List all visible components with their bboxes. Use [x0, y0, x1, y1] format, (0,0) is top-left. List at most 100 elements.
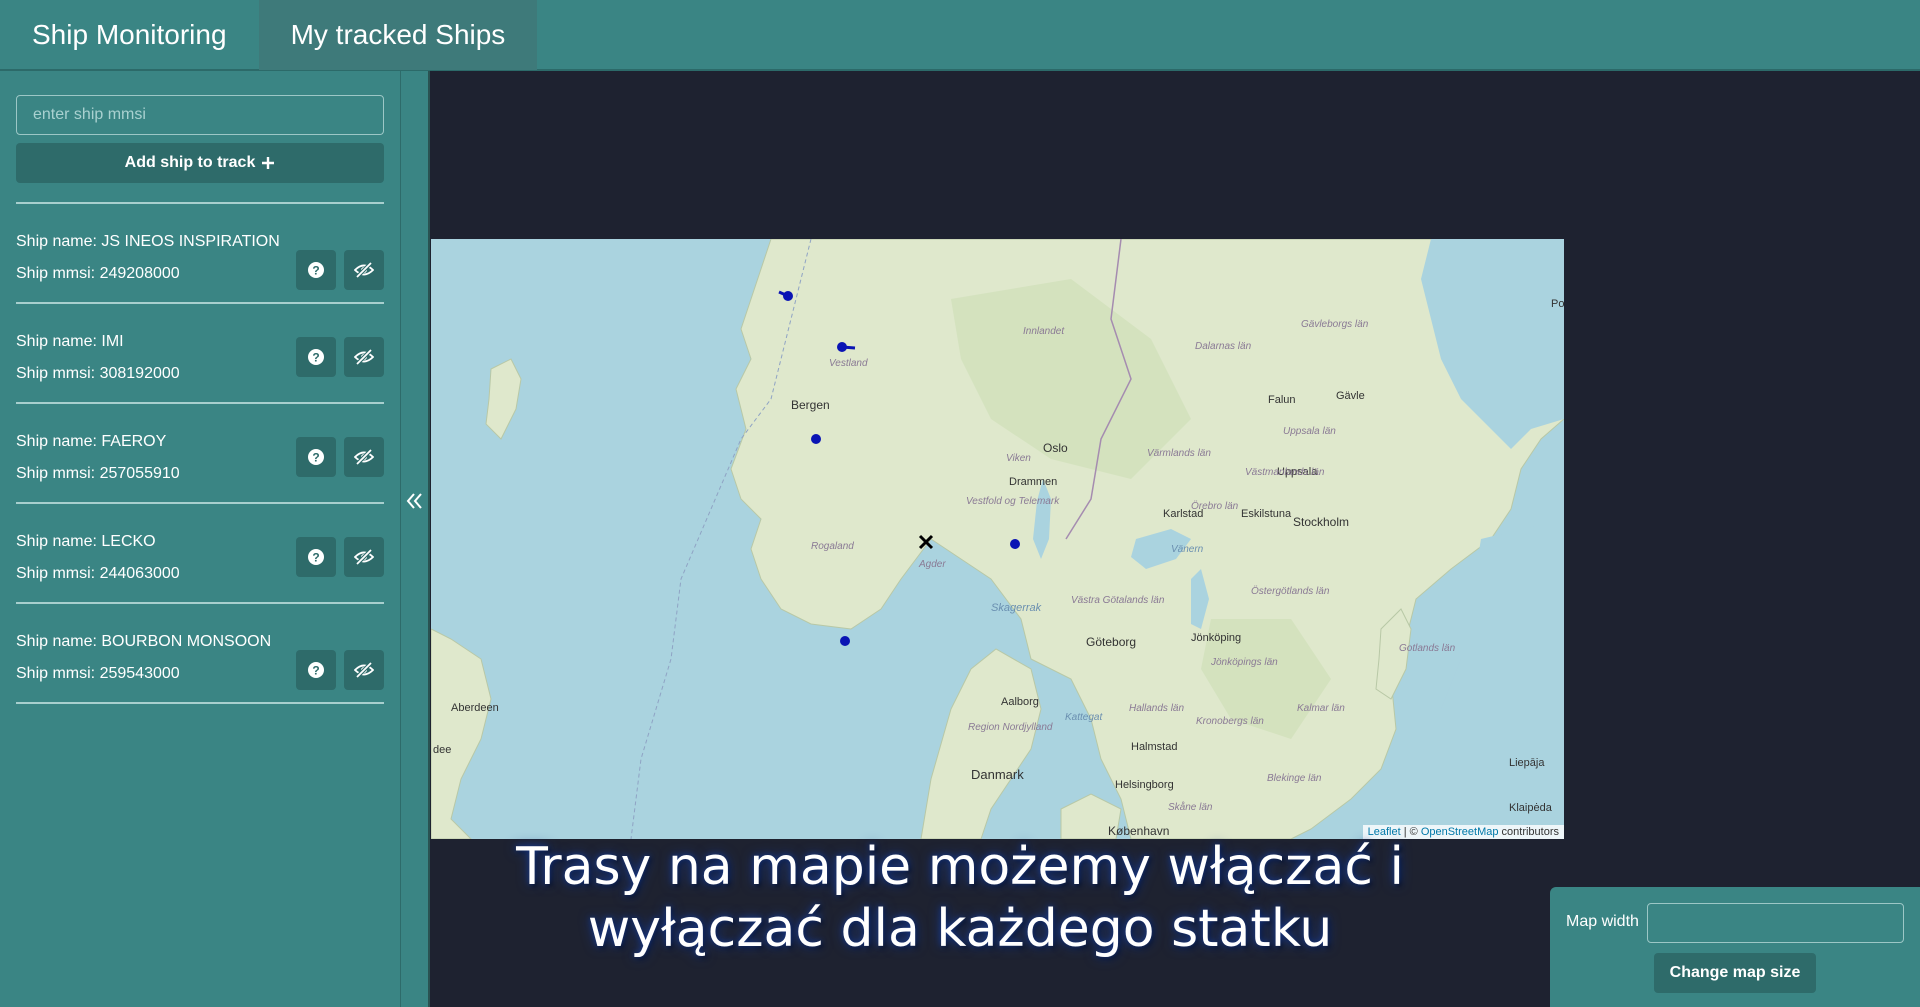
ship-mmsi: Ship mmsi: 308192000	[16, 365, 180, 382]
ship-name: Ship name: BOURBON MONSOON	[16, 633, 272, 650]
ships-sidebar: Add ship to track ? Ship name: JS INEOS …	[0, 71, 400, 1007]
map-label: Po	[1551, 298, 1564, 310]
nav-tab-my-tracked-ships[interactable]: My tracked Ships	[258, 0, 538, 70]
ship-marker[interactable]	[783, 291, 793, 301]
add-ship-button[interactable]: Add ship to track	[16, 143, 384, 183]
map-label: Vestfold og Telemark	[966, 496, 1060, 507]
eye-slash-icon	[354, 549, 374, 565]
toggle-route-button[interactable]	[344, 437, 384, 477]
toggle-route-button[interactable]	[344, 537, 384, 577]
ship-item: ? Ship name: BOURBON MONSOON Ship mmsi: …	[16, 604, 384, 704]
map-label: Vänern	[1171, 544, 1204, 555]
map-label: Rogaland	[811, 541, 854, 552]
map-label: Västmanlands län	[1245, 467, 1325, 478]
top-navigation: Ship Monitoring My tracked Ships	[0, 0, 1920, 71]
map-label: Liepāja	[1509, 757, 1545, 769]
map-label: Kalmar län	[1297, 703, 1345, 714]
svg-text:?: ?	[312, 664, 319, 678]
add-ship-button-label: Add ship to track	[124, 154, 256, 171]
eye-slash-icon	[354, 662, 374, 678]
subtitle-line-2: wyłączać dla każdego statku	[587, 899, 1333, 959]
toggle-route-button[interactable]	[344, 337, 384, 377]
map-label: Innlandet	[1023, 326, 1065, 337]
svg-text:?: ?	[312, 351, 319, 365]
ship-marker[interactable]	[811, 434, 821, 444]
map-label: Danmark	[971, 767, 1024, 782]
ship-info-button[interactable]: ?	[296, 650, 336, 690]
ship-mmsi-input[interactable]	[16, 95, 384, 135]
svg-text:?: ?	[312, 451, 319, 465]
map-label: Helsingborg	[1115, 779, 1174, 791]
ship-marker[interactable]	[1010, 539, 1020, 549]
ship-name: Ship name: IMI	[16, 333, 124, 350]
map-label: Dalarnas län	[1195, 341, 1252, 352]
map-label: Agder	[918, 559, 946, 570]
divider	[16, 702, 384, 704]
ship-item: ? Ship name: IMI Ship mmsi: 308192000	[16, 304, 384, 404]
map-label: Klaipėda	[1509, 802, 1553, 814]
ship-mmsi: Ship mmsi: 259543000	[16, 665, 180, 682]
ship-info-button[interactable]: ?	[296, 250, 336, 290]
map-label: Kattegat	[1065, 712, 1103, 723]
ship-name: Ship name: JS INEOS INSPIRATION	[16, 233, 280, 250]
ship-marker[interactable]	[837, 342, 847, 352]
ship-name: Ship name: FAEROY	[16, 433, 167, 450]
plus-icon	[262, 157, 275, 169]
map-label: Oslo	[1043, 441, 1068, 455]
nav-tab-ship-monitoring[interactable]: Ship Monitoring	[0, 0, 259, 70]
map-label: Viken	[1006, 453, 1031, 464]
attribution-contributors: contributors	[1498, 826, 1559, 838]
ship-marker[interactable]	[840, 636, 850, 646]
double-chevron-left-icon	[406, 493, 422, 509]
eye-slash-icon	[354, 262, 374, 278]
map-label: Aalborg	[1001, 696, 1039, 708]
ship-info-button[interactable]: ?	[296, 337, 336, 377]
toggle-route-button[interactable]	[344, 250, 384, 290]
question-icon: ?	[308, 662, 324, 678]
ship-item: ? Ship name: JS INEOS INSPIRATION Ship m…	[16, 204, 384, 304]
map-label: Kronobergs län	[1196, 716, 1264, 727]
map-size-panel: Map width Change map size	[1550, 887, 1920, 1007]
map-label: Eskilstuna	[1241, 508, 1292, 520]
map-label: Gävle	[1336, 390, 1365, 402]
map-label: Vestland	[829, 358, 868, 369]
subtitle-line-1: Trasy na mapie możemy włączać i	[516, 837, 1404, 897]
map-label: Drammen	[1009, 476, 1057, 488]
map-label: Värmlands län	[1147, 448, 1211, 459]
map-label: dee	[433, 744, 451, 756]
change-map-size-button[interactable]: Change map size	[1654, 953, 1816, 993]
map-label: Uppsala län	[1283, 426, 1336, 437]
map-width-label: Map width	[1566, 913, 1639, 930]
map-label: Falun	[1268, 394, 1296, 406]
map-label: Jönköping	[1191, 632, 1241, 644]
ship-item: ? Ship name: FAEROY Ship mmsi: 257055910	[16, 404, 384, 504]
question-icon: ?	[308, 262, 324, 278]
question-icon: ?	[308, 549, 324, 565]
sidebar-collapse-toggle[interactable]	[400, 71, 430, 1007]
video-subtitle: Trasy na mapie możemy włączać i wyłączać…	[460, 836, 1460, 960]
question-icon: ?	[308, 449, 324, 465]
map-label: Göteborg	[1086, 635, 1136, 649]
map-label: Bergen	[791, 398, 830, 412]
map-label: Stockholm	[1293, 515, 1349, 529]
map-label: Skagerrak	[991, 602, 1042, 614]
map-label: Hallands län	[1129, 703, 1184, 714]
svg-text:?: ?	[312, 551, 319, 565]
ship-info-button[interactable]: ?	[296, 537, 336, 577]
eye-slash-icon	[354, 349, 374, 365]
map-label: Region Nordjylland	[968, 722, 1053, 733]
map-width-input[interactable]	[1647, 903, 1904, 943]
map-label: Halmstad	[1131, 741, 1177, 753]
map-label: Gävleborgs län	[1301, 319, 1369, 330]
map-label: Blekinge län	[1267, 773, 1322, 784]
ship-mmsi: Ship mmsi: 244063000	[16, 565, 180, 582]
map-label: Skåne län	[1168, 801, 1213, 813]
ship-mmsi: Ship mmsi: 249208000	[16, 265, 180, 282]
toggle-route-button[interactable]	[344, 650, 384, 690]
question-icon: ?	[308, 349, 324, 365]
ship-map[interactable]: Bergen Vestland Innlandet Oslo Viken Dra…	[431, 239, 1564, 839]
ship-name: Ship name: LECKO	[16, 533, 156, 550]
map-label: Västra Götalands län	[1071, 595, 1165, 606]
map-label: Örebro län	[1191, 500, 1239, 512]
ship-info-button[interactable]: ?	[296, 437, 336, 477]
